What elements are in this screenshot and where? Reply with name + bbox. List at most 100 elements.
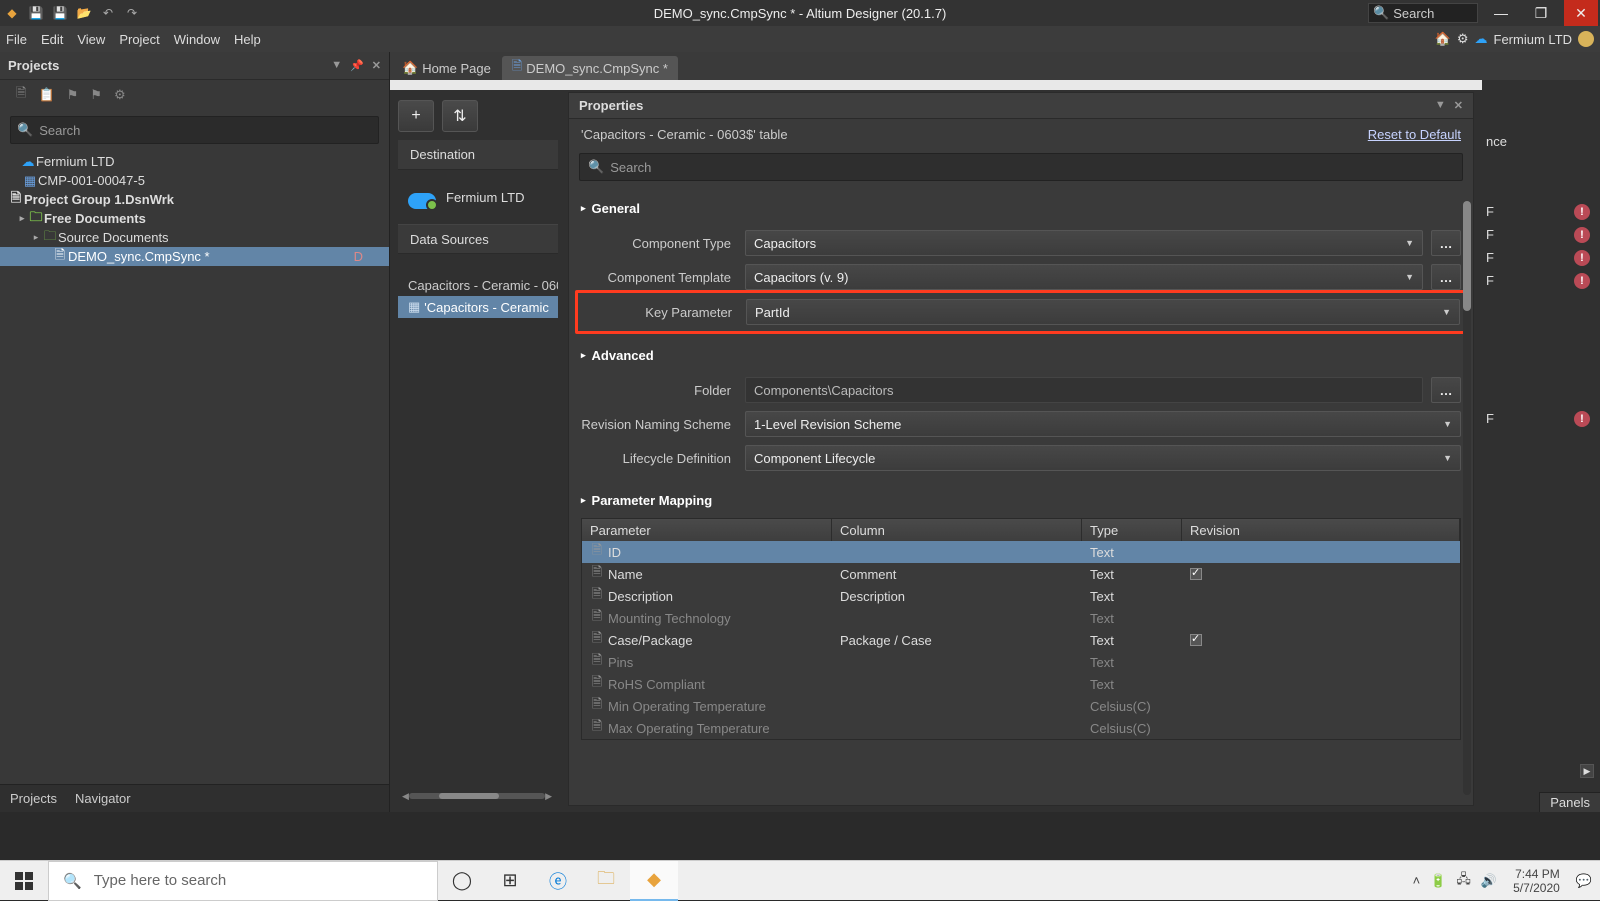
lifecycle-definition-combo[interactable]: Component Lifecycle▼ <box>745 445 1461 471</box>
flag-icon[interactable]: ⚑ <box>90 87 102 103</box>
file-icon[interactable]: 🗎 <box>16 84 26 106</box>
nav-destination-header[interactable]: Destination <box>398 140 558 170</box>
user-org-label[interactable]: Fermium LTD <box>1494 32 1572 47</box>
tree-source-documents[interactable]: ▸🗀Source Documents <box>0 228 389 247</box>
table-row[interactable]: 🗎Min Operating TemperatureCelsius(C) <box>582 695 1460 717</box>
col-revision[interactable]: Revision <box>1182 519 1460 541</box>
properties-search-input[interactable]: 🔍Search <box>579 153 1463 181</box>
component-template-browse-button[interactable]: … <box>1431 264 1461 290</box>
col-column[interactable]: Column <box>832 519 1082 541</box>
properties-close-icon[interactable]: ✕ <box>1454 99 1463 112</box>
tray-chevron-icon[interactable]: ˄ <box>1413 873 1421 888</box>
component-type-combo[interactable]: Capacitors▼ <box>745 230 1423 256</box>
home-icon[interactable]: 🏠 <box>1435 31 1451 47</box>
gear-icon[interactable]: ⚙ <box>1457 31 1469 47</box>
global-search-input[interactable]: 🔍 Search <box>1368 3 1478 23</box>
right-strip-scrollbar[interactable]: ▶ <box>1482 764 1594 778</box>
datasource-item[interactable]: Capacitors - Ceramic - 060 <box>398 274 558 296</box>
tree-project-group[interactable]: 🗎Project Group 1.DsnWrk <box>0 190 389 209</box>
taskbar-search-input[interactable]: 🔍 Type here to search <box>48 861 438 901</box>
menu-project[interactable]: Project <box>119 32 159 47</box>
tray-volume-icon[interactable]: 🔊 <box>1481 873 1497 889</box>
nav-horizontal-scrollbar[interactable]: ◀▶ <box>402 790 552 802</box>
folder-browse-button[interactable]: … <box>1431 377 1461 403</box>
table-row[interactable]: 🗎Max Operating TemperatureCelsius(C) <box>582 717 1460 739</box>
open-icon[interactable]: 📂 <box>74 3 94 23</box>
status-row <box>1482 384 1594 407</box>
section-parameter-mapping-header[interactable]: ▸Parameter Mapping <box>581 493 1461 508</box>
altium-taskbar-icon[interactable]: ◆ <box>630 861 678 901</box>
section-general-header[interactable]: ▸General <box>581 201 1461 216</box>
properties-vertical-scrollbar[interactable] <box>1463 201 1471 795</box>
tray-battery-icon[interactable]: 🔋 <box>1430 873 1446 889</box>
component-template-combo[interactable]: Capacitors (v. 9)▼ <box>745 264 1423 290</box>
add-button[interactable]: + <box>398 100 434 132</box>
user-dropdown-icon[interactable] <box>1578 31 1594 47</box>
save-all-icon[interactable]: 💾 <box>50 3 70 23</box>
tab-projects[interactable]: Projects <box>10 791 57 806</box>
error-icon: ! <box>1574 227 1590 243</box>
table-row[interactable]: 🗎Mounting TechnologyText <box>582 607 1460 629</box>
taskbar-clock[interactable]: 7:44 PM 5/7/2020 <box>1507 867 1566 895</box>
panel-menu-icon[interactable]: ▼ <box>331 59 342 72</box>
menu-file[interactable]: File <box>6 32 27 47</box>
menu-help[interactable]: Help <box>234 32 261 47</box>
parameter-mapping-header-row: Parameter Column Type Revision <box>582 519 1460 541</box>
redo-icon[interactable]: ↷ <box>122 3 142 23</box>
status-row: F! <box>1482 200 1594 223</box>
table-row[interactable]: 🗎PinsText <box>582 651 1460 673</box>
edge-icon[interactable]: ⓔ <box>534 861 582 901</box>
tab-navigator[interactable]: Navigator <box>75 791 131 806</box>
properties-menu-icon[interactable]: ▼ <box>1435 99 1446 112</box>
menu-edit[interactable]: Edit <box>41 32 63 47</box>
component-type-browse-button[interactable]: … <box>1431 230 1461 256</box>
projects-search-input[interactable]: 🔍 Search <box>10 116 379 144</box>
col-parameter[interactable]: Parameter <box>582 519 832 541</box>
table-row[interactable]: 🗎DescriptionDescriptionText <box>582 585 1460 607</box>
table-row[interactable]: 🗎IDText <box>582 541 1460 563</box>
panels-button[interactable]: Panels <box>1539 792 1600 812</box>
minimize-button[interactable]: — <box>1484 0 1518 26</box>
table-row[interactable]: 🗎RoHS CompliantText <box>582 673 1460 695</box>
save-icon[interactable]: 💾 <box>26 3 46 23</box>
refresh-icon[interactable]: ⚑ <box>67 87 79 103</box>
task-view-icon[interactable]: ⊞ <box>486 861 534 901</box>
menu-window[interactable]: Window <box>174 32 220 47</box>
col-type[interactable]: Type <box>1082 519 1182 541</box>
status-row: F! <box>1482 223 1594 246</box>
panel-pin-icon[interactable]: 📌 <box>350 59 364 72</box>
sync-button[interactable]: ⇅ <box>442 100 478 132</box>
nav-datasources-header[interactable]: Data Sources <box>398 224 558 254</box>
undo-icon[interactable]: ↶ <box>98 3 118 23</box>
error-icon: ! <box>1574 250 1590 266</box>
tree-doc-selected[interactable]: 🗎DEMO_sync.CmpSync *D <box>0 247 389 266</box>
tree-org[interactable]: ☁Fermium LTD <box>0 152 389 171</box>
projects-search-placeholder: Search <box>39 123 80 138</box>
row-lifecycle-definition: Lifecycle Definition Component Lifecycle… <box>581 441 1461 475</box>
start-button[interactable] <box>0 861 48 901</box>
cortana-icon[interactable]: ◯ <box>438 861 486 901</box>
close-button[interactable]: ✕ <box>1564 0 1598 26</box>
tree-free-documents[interactable]: ▸🗀Free Documents <box>0 209 389 228</box>
tray-network-icon[interactable]: 🖧 <box>1456 870 1471 892</box>
menu-view[interactable]: View <box>77 32 105 47</box>
reset-to-default-link[interactable]: Reset to Default <box>1368 127 1461 142</box>
settings-icon[interactable]: ⚙ <box>114 87 126 103</box>
table-row[interactable]: 🗎NameCommentText <box>582 563 1460 585</box>
key-parameter-combo[interactable]: PartId▼ <box>746 299 1460 325</box>
row-key-parameter: Key Parameter PartId▼ <box>582 295 1460 329</box>
section-advanced-header[interactable]: ▸Advanced <box>581 348 1461 363</box>
datasource-item-selected[interactable]: ▦'Capacitors - Ceramic <box>398 296 558 318</box>
tree-cmp[interactable]: ▦CMP-001-00047-5 <box>0 171 389 190</box>
notifications-icon[interactable]: 💬 <box>1576 873 1592 889</box>
projects-tree[interactable]: ☁Fermium LTD ▦CMP-001-00047-5 🗎Project G… <box>0 150 389 784</box>
revision-scheme-combo[interactable]: 1-Level Revision Scheme▼ <box>745 411 1461 437</box>
clipboard-icon[interactable]: 📋 <box>38 87 54 103</box>
maximize-button[interactable]: ❐ <box>1524 0 1558 26</box>
table-row[interactable]: 🗎Case/PackagePackage / CaseText <box>582 629 1460 651</box>
tab-demo-sync[interactable]: 🗎DEMO_sync.CmpSync * <box>502 56 678 80</box>
panel-close-icon[interactable]: ✕ <box>372 59 381 72</box>
tab-home-page[interactable]: 🏠Home Page <box>392 56 501 80</box>
projects-toolbar: 🗎 📋 ⚑ ⚑ ⚙ <box>0 80 389 110</box>
explorer-icon[interactable]: 🗀 <box>582 861 630 901</box>
